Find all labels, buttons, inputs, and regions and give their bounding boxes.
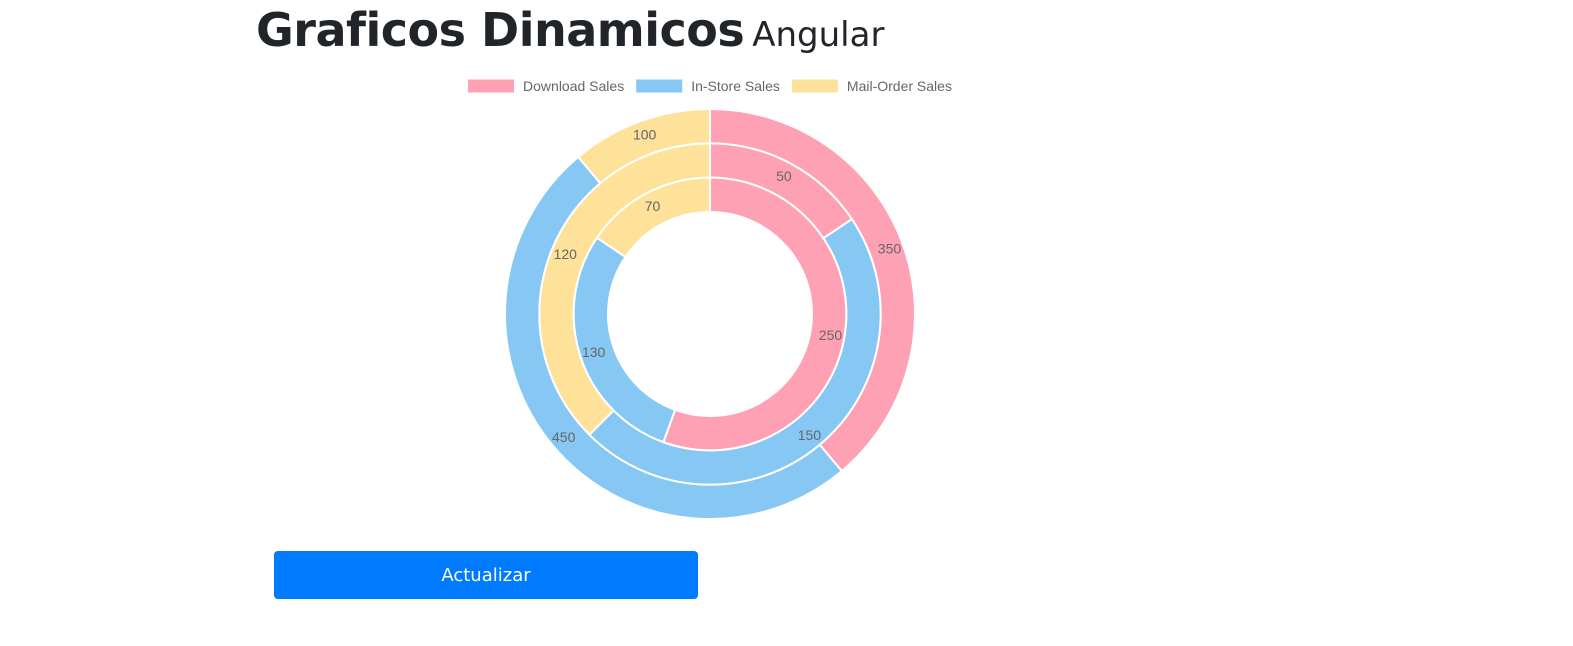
data-label: 100 [633,127,657,143]
page-header: Graficos Dinamicos Angular [256,0,884,64]
legend-label: In-Store Sales [691,78,780,94]
legend-item-2[interactable]: Mail-Order Sales [791,78,952,94]
legend-swatch [468,79,515,93]
legend-swatch [791,79,838,93]
legend-label: Download Sales [523,78,624,94]
page-subtitle: Angular [752,15,885,55]
data-label: 350 [878,241,902,257]
data-label: 120 [554,246,578,262]
data-label: 150 [798,427,822,443]
page-title: Graficos Dinamicos [256,3,745,57]
legend-swatch [636,79,683,93]
data-label: 250 [819,327,843,343]
legend-label: Mail-Order Sales [847,78,952,94]
data-label: 450 [552,429,576,445]
update-button[interactable]: Actualizar [274,551,698,599]
legend-item-1[interactable]: In-Store Sales [636,78,780,94]
legend-item-0[interactable]: Download Sales [468,78,624,94]
chart-legend: Download Sales In-Store Sales Mail-Order S… [468,78,952,94]
data-label: 70 [645,198,661,214]
data-label: 130 [582,344,606,360]
chart-container: Download Sales In-Store Sales Mail-Order S… [0,64,1573,534]
data-label: 50 [776,168,792,184]
doughnut-chart: Download Sales In-Store Sales Mail-Order S… [468,78,952,520]
chart-arcs [504,107,916,520]
